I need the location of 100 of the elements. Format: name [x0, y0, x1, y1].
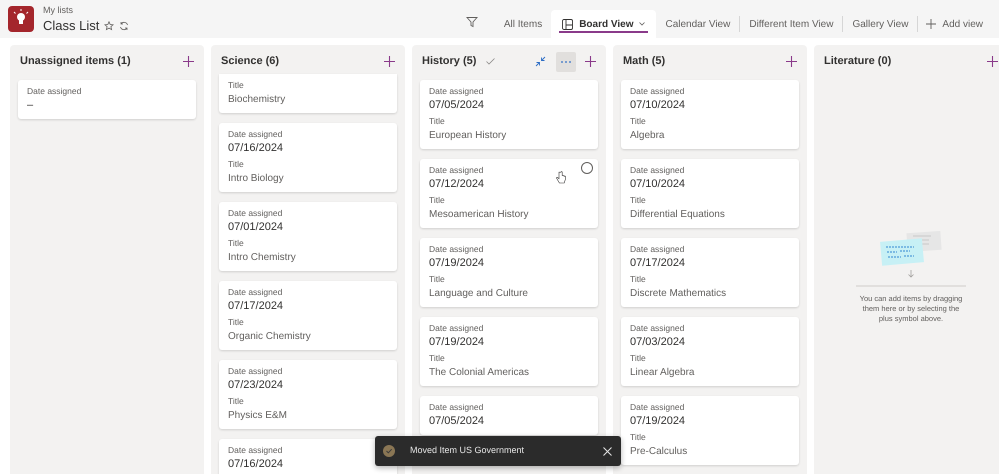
field-value: Biochemistry — [228, 93, 286, 106]
hand-cursor-icon — [556, 171, 566, 184]
field-value: Language and Culture — [429, 287, 529, 300]
item-card[interactable]: Date assigned 07/17/2024 Title Organic Chemistry — [219, 281, 397, 350]
item-card[interactable]: Date assigned 07/03/2024 Title Linear Algebra — [621, 317, 799, 386]
close-button[interactable] — [601, 445, 613, 457]
field-label: Title — [630, 353, 647, 363]
field-value: Intro Chemistry — [228, 251, 297, 264]
field-value: 07/16/2024 — [228, 458, 284, 471]
item-card[interactable]: Date assigned 07/16/2024 Title Intro Biology — [219, 123, 397, 192]
field-label: Title — [228, 396, 245, 406]
field-label: Date assigned — [27, 86, 82, 96]
column-title: Unassigned items (1) — [20, 54, 131, 70]
view-tab[interactable]: Gallery View — [843, 10, 918, 38]
field-value: 07/03/2024 — [630, 336, 686, 349]
field-value: 07/01/2024 — [228, 221, 284, 234]
toast-message: Moved Item US Government — [410, 444, 526, 458]
item-card[interactable]: Date assigned 07/19/2024 Title The Colonial Americas — [420, 317, 598, 386]
field-label: Title — [429, 274, 446, 284]
field-value: Physics E&M — [228, 409, 288, 422]
filter-icon[interactable] — [466, 16, 478, 28]
sync-icon[interactable] — [119, 20, 130, 30]
item-card[interactable]: Date assigned 07/23/2024 Title Physics E&M — [219, 360, 397, 429]
field-label: Date assigned — [228, 208, 284, 218]
field-value: 07/19/2024 — [429, 257, 486, 270]
item-card[interactable]: Date assigned 07/19/2024 Title Pre-Calculus — [621, 396, 799, 465]
field-label: Date assigned — [429, 244, 484, 254]
item-card[interactable]: Date assigned 07/10/2024 Title Differential Equations — [621, 159, 799, 228]
board-icon — [562, 18, 574, 30]
star-icon[interactable] — [104, 20, 114, 30]
list-title: Class List — [43, 19, 100, 32]
item-card[interactable]: Date assigned 07/10/2024 Title Algebra — [621, 80, 799, 149]
column-title: Science (6) — [221, 54, 280, 70]
field-label: Title — [228, 238, 245, 248]
field-value: Differential Equations — [630, 208, 726, 221]
item-card[interactable]: Title Biochemistry — [219, 74, 397, 113]
item-card[interactable]: Date assigned 07/05/2024 Title European History — [420, 80, 598, 149]
check-icon — [486, 58, 496, 65]
field-label: Title — [228, 80, 245, 90]
field-label: Date assigned — [429, 323, 484, 333]
view-tab[interactable]: Different Item View — [740, 10, 842, 38]
caret-icon — [639, 22, 646, 26]
field-label: Title — [228, 317, 245, 327]
field-value: Pre-Calculus — [630, 445, 688, 458]
field-value: The Colonial Americas — [429, 366, 530, 379]
field-label: Date assigned — [228, 287, 284, 297]
field-label: Date assigned — [429, 165, 484, 175]
field-label: Title — [630, 116, 647, 126]
view-tab[interactable]: Calendar View — [656, 10, 740, 38]
field-value: 07/16/2024 — [228, 142, 284, 155]
field-label: Date assigned — [429, 86, 484, 96]
field-value: Mesoamerican History — [429, 208, 530, 221]
item-card[interactable]: Date assigned 07/01/2024 Title Intro Chemistry — [219, 202, 397, 271]
item-card[interactable]: Date assigned – — [18, 80, 196, 119]
field-value: 07/10/2024 — [630, 99, 686, 112]
view-tab[interactable]: Board View — [551, 10, 656, 38]
add-icon[interactable] — [585, 56, 596, 67]
field-value: Intro Biology — [228, 172, 285, 185]
field-label: Title — [429, 195, 446, 205]
field-label: Date assigned — [630, 402, 686, 412]
item-card[interactable]: Date assigned 07/16/2024 — [219, 439, 397, 474]
field-label: Date assigned — [630, 323, 686, 333]
field-label: Title — [630, 274, 647, 284]
field-label: Title — [630, 195, 647, 205]
field-value: European History — [429, 129, 508, 142]
illustration-icon — [879, 230, 943, 266]
field-value: Organic Chemistry — [228, 330, 312, 343]
field-label: Title — [630, 432, 647, 442]
field-value: 07/23/2024 — [228, 379, 284, 392]
field-label: Title — [429, 116, 446, 126]
field-value: – — [27, 99, 34, 112]
add-icon[interactable] — [384, 56, 395, 67]
field-value: 07/17/2024 — [630, 257, 686, 270]
breadcrumb-link[interactable]: My lists — [43, 6, 130, 15]
field-value: 07/05/2024 — [429, 415, 486, 428]
column-title: Literature (0) — [824, 54, 892, 70]
success-icon — [383, 445, 395, 457]
field-value: 07/10/2024 — [630, 178, 686, 191]
column-title: History (5) — [422, 54, 476, 70]
field-value: Discrete Mathematics — [630, 287, 728, 300]
view-tab[interactable]: All Items — [494, 10, 552, 38]
field-label: Title — [228, 159, 245, 169]
field-label: Date assigned — [630, 244, 686, 254]
item-card[interactable]: Date assigned 07/17/2024 Title Discrete Mathematics — [621, 238, 799, 307]
item-card[interactable]: Date assigned 07/12/2024 Title Mesoamerican History — [420, 159, 598, 228]
field-label: Date assigned — [228, 129, 284, 139]
field-label: Date assigned — [228, 445, 284, 455]
field-value: 07/05/2024 — [429, 99, 486, 112]
field-value: Algebra — [630, 129, 666, 142]
field-label: Title — [429, 353, 446, 363]
add-view-button[interactable]: Add view — [918, 10, 991, 38]
add-icon[interactable] — [183, 56, 194, 67]
item-card[interactable]: Date assigned 07/05/2024 — [420, 396, 598, 435]
collapse-icon[interactable] — [535, 56, 546, 67]
add-icon[interactable] — [786, 56, 797, 67]
item-card[interactable]: Date assigned 07/19/2024 Title Language and Culture — [420, 238, 598, 307]
field-value: 07/19/2024 — [630, 415, 686, 428]
field-label: Date assigned — [429, 402, 484, 412]
add-icon[interactable] — [987, 56, 998, 67]
field-value: 07/17/2024 — [228, 300, 284, 313]
